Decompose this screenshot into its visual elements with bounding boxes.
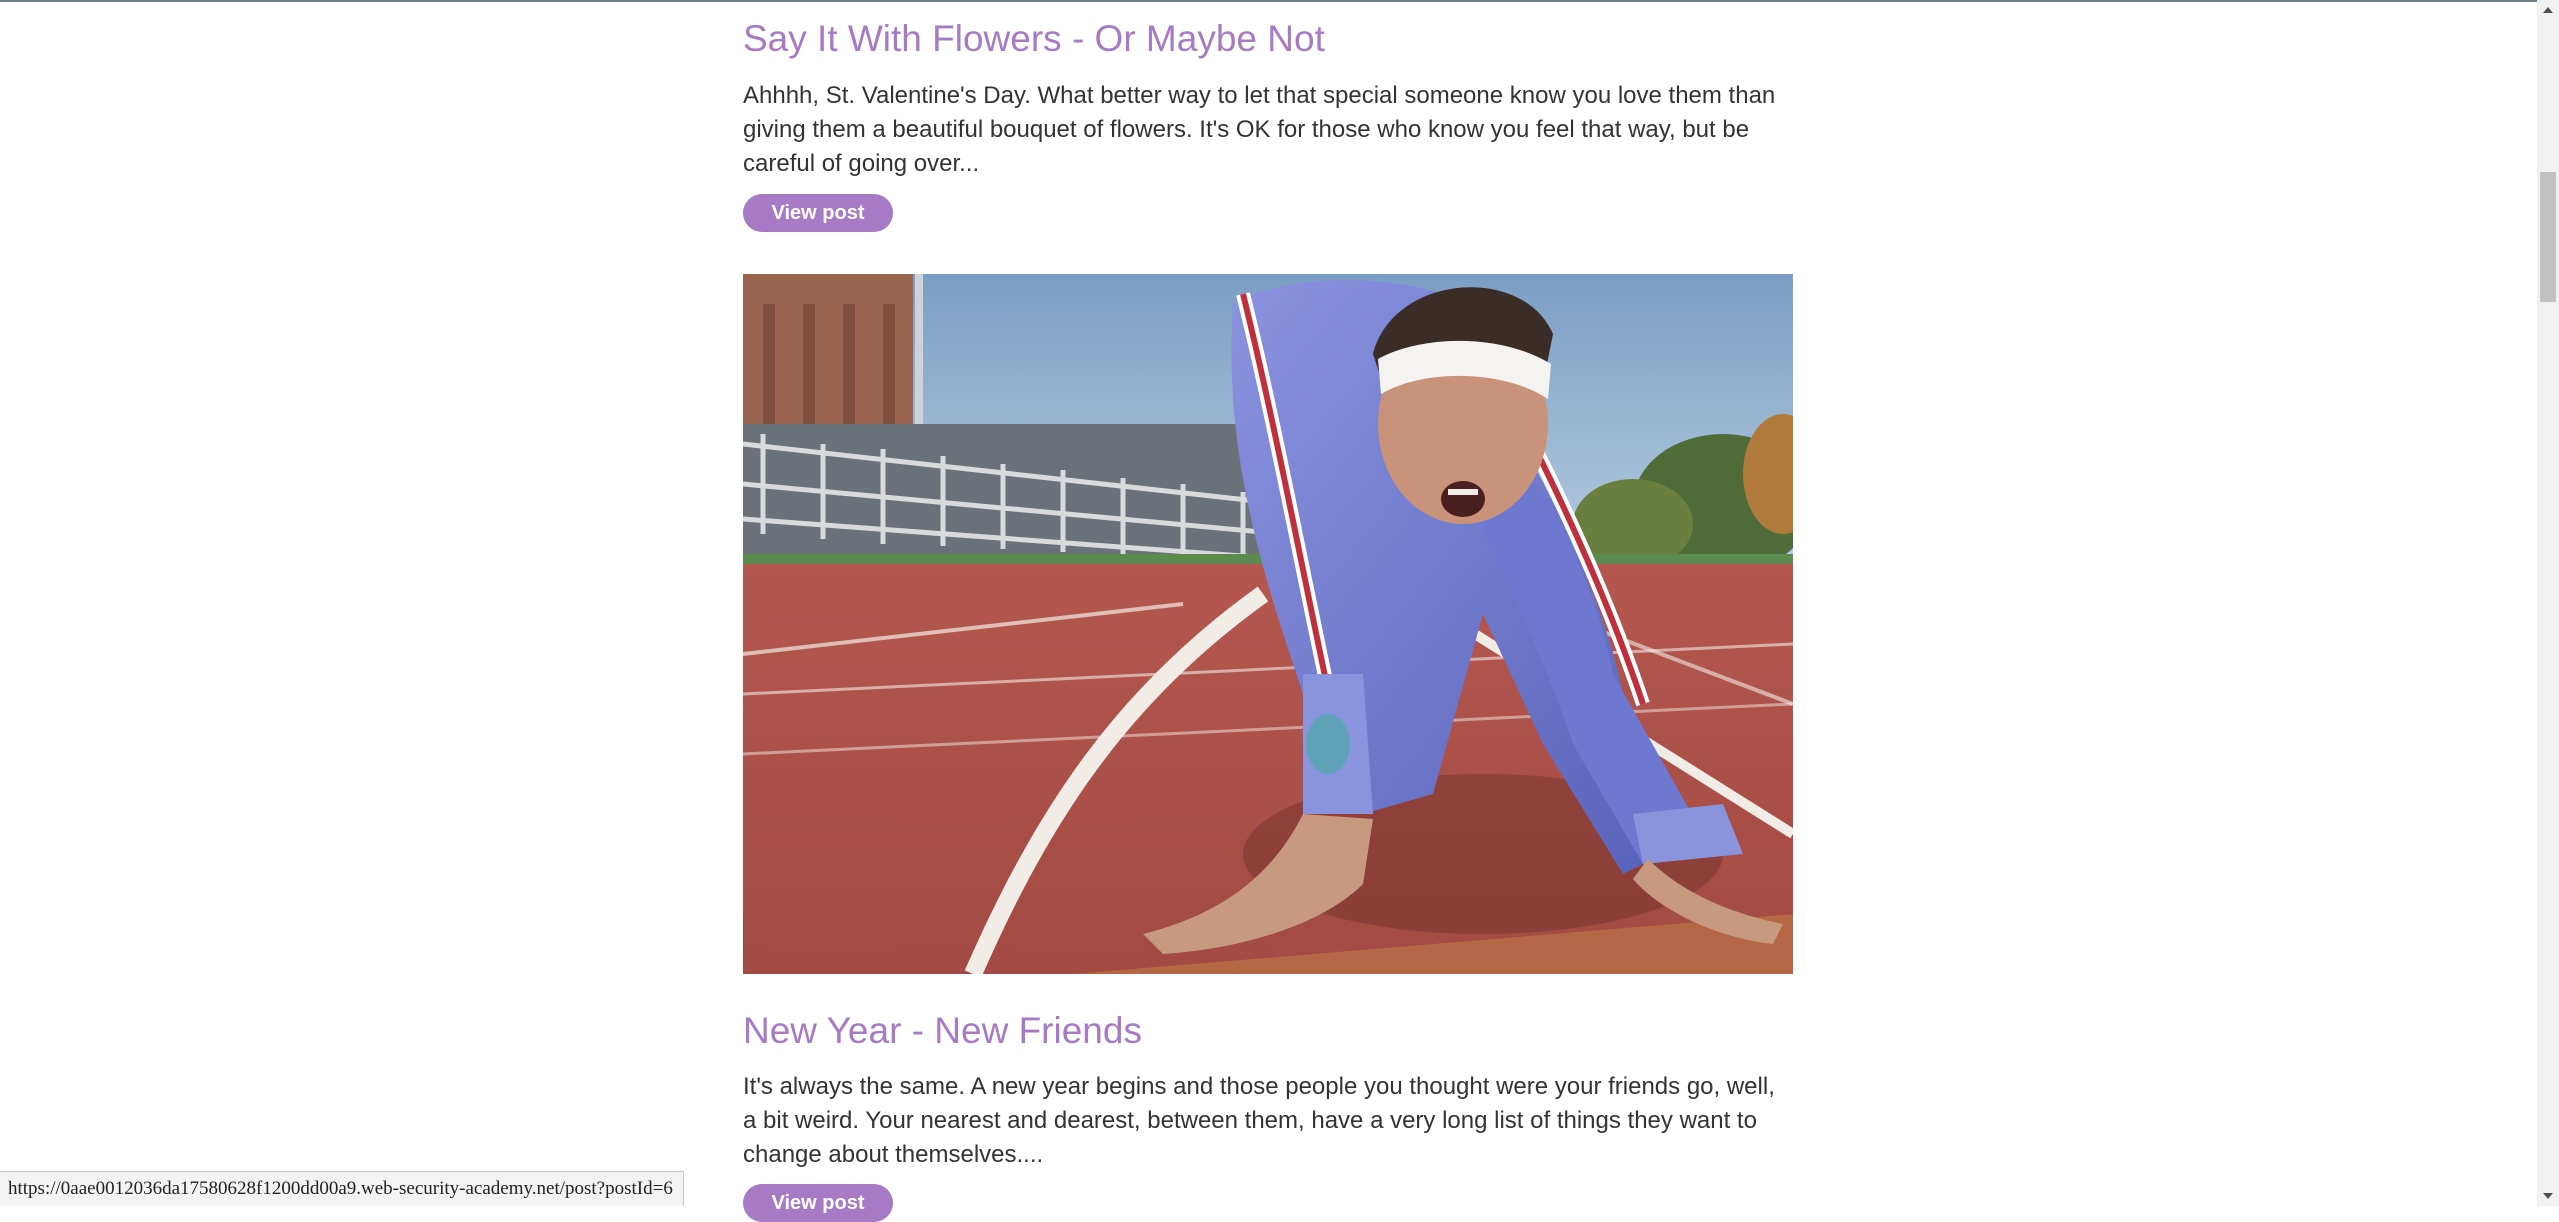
view-post-button[interactable]: View post: [743, 1184, 893, 1222]
post-excerpt: It's always the same. A new year begins …: [743, 1070, 1794, 1172]
scroll-down-arrow-icon[interactable]: [2543, 1193, 2553, 1199]
post-title[interactable]: Say It With Flowers - Or Maybe Not: [743, 18, 1325, 61]
post-excerpt: Ahhhh, St. Valentine's Day. What better …: [743, 79, 1794, 181]
post-image[interactable]: [743, 274, 1793, 974]
post-title[interactable]: New Year - New Friends: [743, 1010, 1142, 1053]
scroll-thumb[interactable]: [2540, 172, 2556, 302]
vertical-scrollbar[interactable]: [2537, 0, 2559, 1206]
view-post-button[interactable]: View post: [743, 194, 893, 232]
status-url: https://0aae0012036da17580628f1200dd00a9…: [8, 1178, 673, 1200]
runner-photo: [743, 274, 1793, 974]
top-border: [0, 0, 2559, 2]
scroll-up-arrow-icon[interactable]: [2543, 7, 2553, 13]
browser-status-bar: https://0aae0012036da17580628f1200dd00a9…: [0, 1171, 684, 1206]
